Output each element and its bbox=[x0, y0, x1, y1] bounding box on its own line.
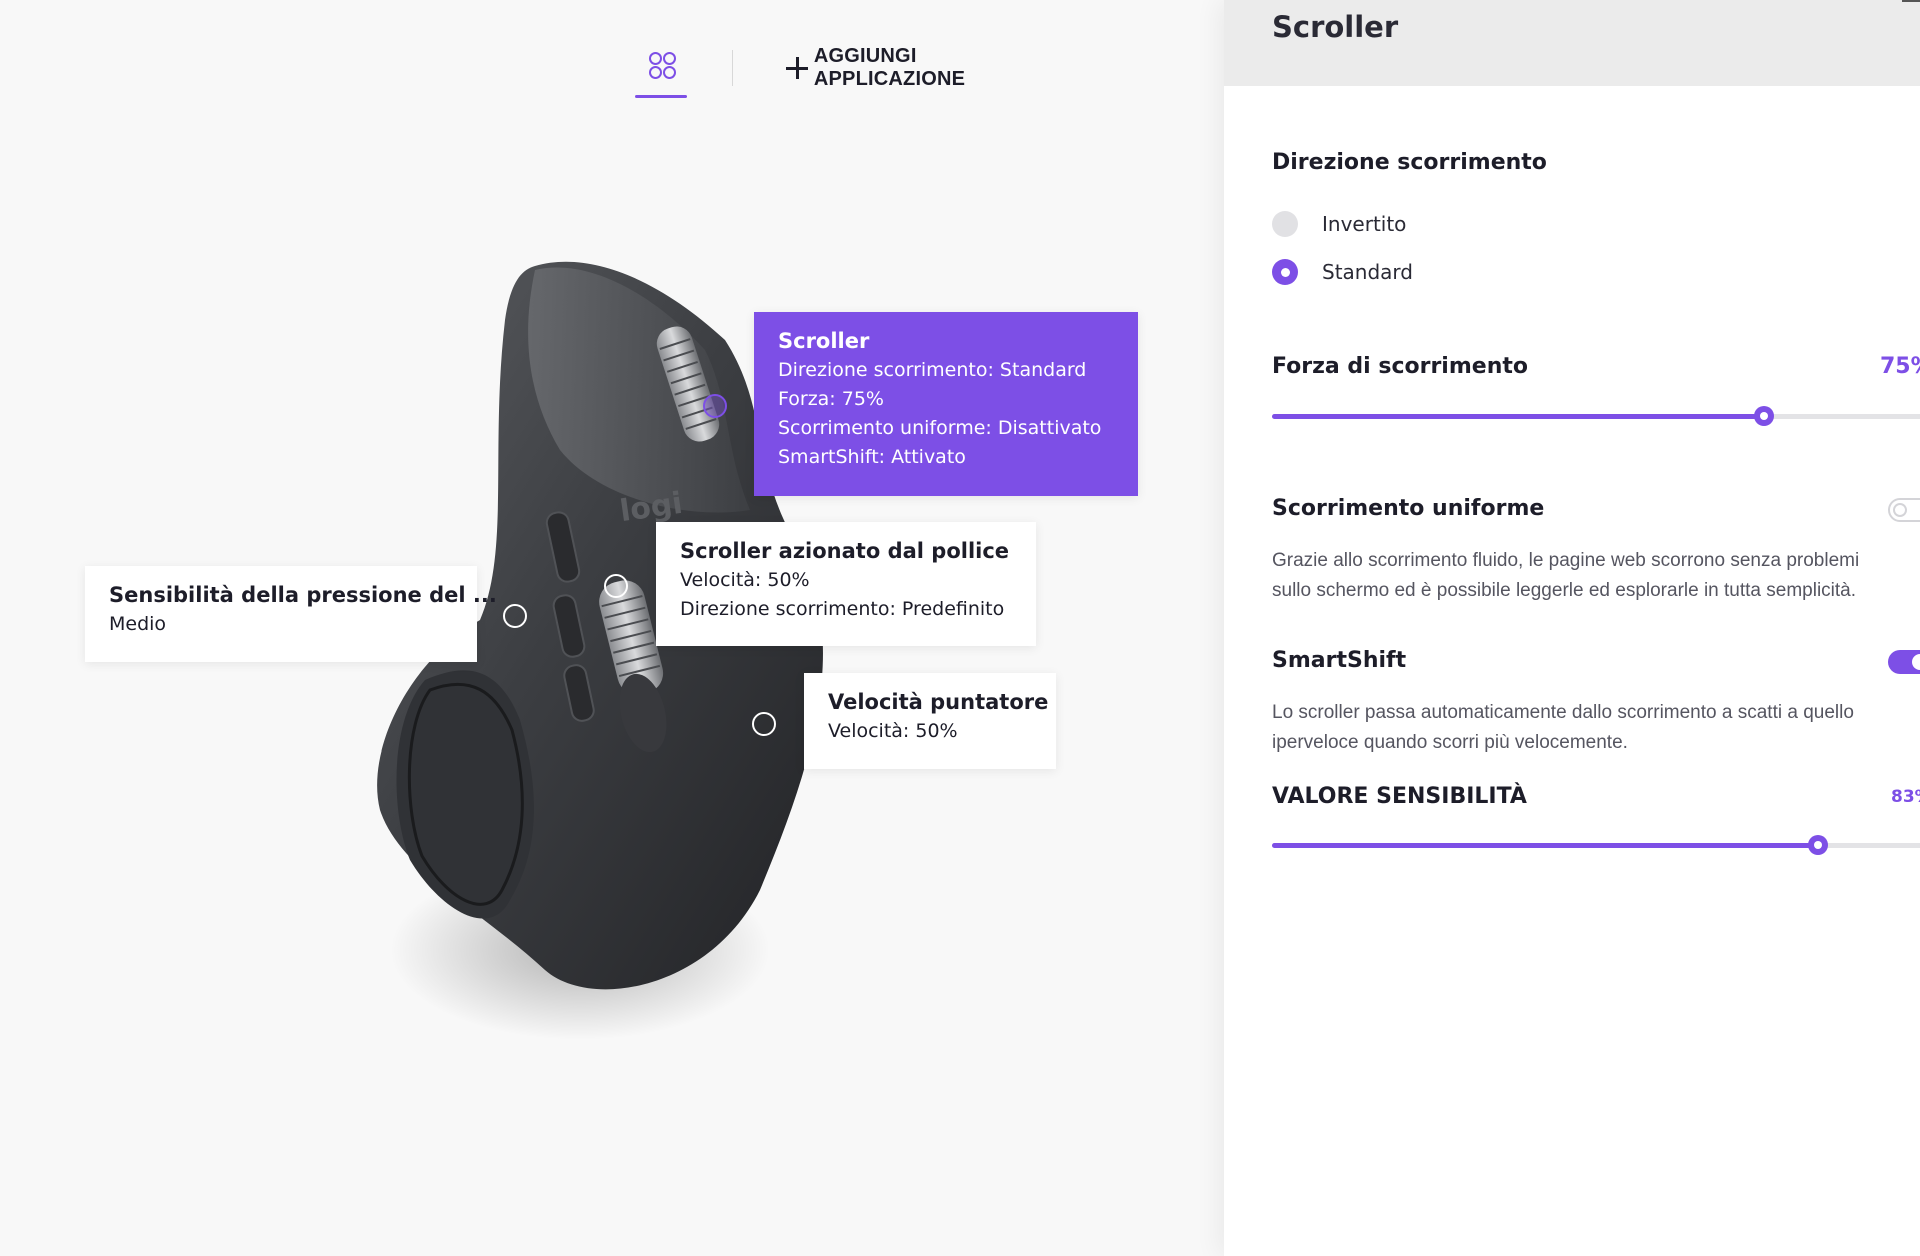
callout-line: Velocità: 50% bbox=[828, 720, 958, 742]
callout-line: Direzione scorrimento: Standard bbox=[778, 359, 1087, 381]
callout-line: Velocità: 50% bbox=[680, 569, 810, 591]
gesture-button-hotspot[interactable] bbox=[503, 604, 527, 628]
settings-panel: Scroller Direzione scorrimento Invertito… bbox=[1224, 0, 1920, 1256]
callout-line: Medio bbox=[109, 613, 167, 635]
panel-title: Scroller bbox=[1272, 10, 1399, 44]
callout-title: Velocità puntatore bbox=[828, 690, 1049, 714]
smooth-scrolling-title: Scorrimento uniforme bbox=[1272, 496, 1545, 521]
callout-line: SmartShift: Attivato bbox=[778, 446, 966, 468]
smooth-scrolling-toggle[interactable] bbox=[1888, 498, 1920, 522]
callout-line: Scorrimento uniforme: Disattivato bbox=[778, 417, 1102, 439]
radio-inverted[interactable]: Invertito bbox=[1272, 211, 1406, 237]
window-control-icon[interactable] bbox=[1902, 0, 1920, 2]
all-applications-tab[interactable] bbox=[635, 38, 687, 98]
smartshift-description: Lo scroller passa automaticamente dallo … bbox=[1272, 698, 1920, 758]
callout-title: Sensibilità della pressione del ... bbox=[109, 583, 497, 607]
callout-line: Forza: 75% bbox=[778, 388, 884, 410]
sensitivity-title: VALORE SENSIBILITÀ bbox=[1272, 784, 1527, 809]
pointer-speed-callout[interactable]: Velocità puntatore Velocità: 50% bbox=[804, 673, 1056, 769]
thumb-wheel-hotspot[interactable] bbox=[604, 574, 628, 598]
sensitivity-slider[interactable] bbox=[1272, 835, 1920, 855]
pressure-sensitivity-callout[interactable]: Sensibilità della pressione del ... Medi… bbox=[85, 566, 497, 662]
toggle-knob bbox=[1912, 654, 1920, 670]
slider-thumb[interactable] bbox=[1808, 835, 1829, 855]
add-application-label: AGGIUNGI APPLICAZIONE bbox=[813, 45, 966, 90]
toggle-knob bbox=[1893, 503, 1907, 517]
grid-apps-icon bbox=[649, 52, 677, 80]
add-application-button[interactable]: AGGIUNGI APPLICAZIONE bbox=[785, 45, 974, 90]
radio-button[interactable] bbox=[1272, 211, 1298, 237]
scroll-force-title: Forza di scorrimento bbox=[1272, 354, 1528, 379]
callout-title: Scroller azionato dal pollice bbox=[680, 539, 1010, 563]
active-tab-indicator bbox=[635, 95, 687, 98]
scroll-force-value: 75% bbox=[1880, 354, 1920, 379]
slider-fill bbox=[1272, 843, 1819, 848]
scroller-callout[interactable]: Scroller Direzione scorrimento: Standard… bbox=[754, 312, 1138, 496]
description-line: iperveloce quando scorri più velocemente… bbox=[1272, 732, 1628, 753]
radio-button-selected[interactable] bbox=[1272, 259, 1298, 285]
sensitivity-value: 83% bbox=[1891, 787, 1920, 807]
slider-thumb[interactable] bbox=[1754, 406, 1774, 426]
panel-header: Scroller bbox=[1224, 0, 1920, 86]
radio-standard[interactable]: Standard bbox=[1272, 259, 1413, 285]
radio-label: Standard bbox=[1322, 260, 1413, 284]
description-line: Grazie allo scorrimento fluido, le pagin… bbox=[1272, 550, 1860, 571]
scroll-force-slider[interactable] bbox=[1272, 406, 1920, 426]
callout-line: Direzione scorrimento: Predefinito bbox=[680, 598, 1005, 620]
thumb-wheel-callout[interactable]: Scroller azionato dal pollice Velocità: … bbox=[656, 522, 1036, 646]
smartshift-toggle[interactable] bbox=[1888, 650, 1920, 674]
callout-title: Scroller bbox=[778, 329, 870, 353]
scroll-direction-title: Direzione scorrimento bbox=[1272, 150, 1547, 175]
scroller-hotspot[interactable] bbox=[703, 394, 727, 418]
slider-fill bbox=[1272, 414, 1764, 419]
smartshift-title: SmartShift bbox=[1272, 648, 1407, 673]
description-line: Lo scroller passa automaticamente dallo … bbox=[1272, 702, 1854, 723]
toolbar-divider bbox=[732, 50, 733, 86]
smooth-scrolling-description: Grazie allo scorrimento fluido, le pagin… bbox=[1272, 546, 1920, 606]
radio-label: Invertito bbox=[1322, 212, 1407, 236]
pointer-speed-hotspot[interactable] bbox=[752, 712, 776, 736]
description-line: sullo schermo ed è possibile leggerle ed… bbox=[1272, 580, 1857, 601]
plus-icon bbox=[785, 56, 808, 80]
